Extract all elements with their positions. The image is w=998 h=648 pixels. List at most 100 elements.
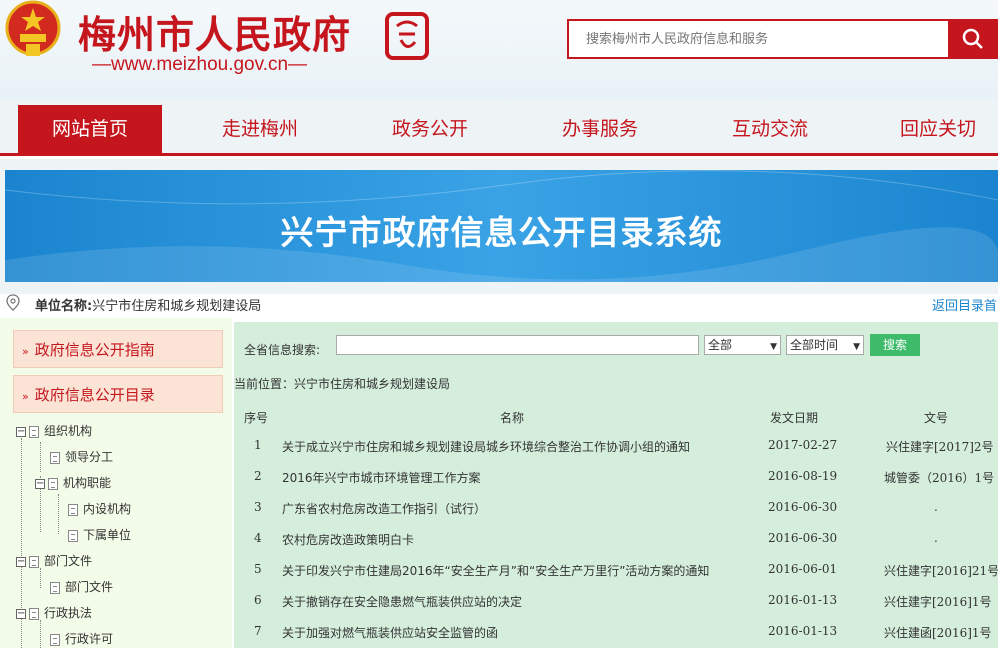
nav-item-affairs[interactable]: 政务公开 <box>360 105 500 153</box>
row-date: 2016-08-19 <box>768 469 838 483</box>
breadcrumb: 当前位置：兴宁市住房和城乡规划建设局 <box>234 377 451 391</box>
row-title-link[interactable]: 关于撤销存在安全隐患燃气瓶装供应站的决定 <box>282 593 522 610</box>
tree-node-subordinate[interactable]: 下属单位 <box>68 525 131 545</box>
row-date: 2016-06-30 <box>768 500 838 514</box>
scope-select[interactable]: 全部 ▼ <box>704 335 781 355</box>
row-date: 2016-01-13 <box>768 593 838 607</box>
table-row[interactable]: 7 关于加强对燃气瓶装供应站安全监管的函 2016-01-13 兴住建函[201… <box>234 616 998 647</box>
row-doc-number: 兴住建字[2017]2号 <box>886 440 994 454</box>
banner: 兴宁市政府信息公开目录系统 <box>5 170 998 282</box>
sidebar-item-guide[interactable]: » 政府信息公开指南 <box>13 330 223 368</box>
row-doc-number: 兴住建函[2016]1号 <box>884 626 992 640</box>
sidebar-item-catalog[interactable]: » 政府信息公开目录 <box>13 375 223 413</box>
header-doc: 文号 <box>924 411 949 425</box>
row-doc-number: 兴住建字[2016]1号 <box>884 595 992 609</box>
document-icon <box>50 581 60 594</box>
unit-row: 单位名称:兴宁市住房和城乡规划建设局 返回目录首 <box>0 291 998 315</box>
table-row[interactable]: 3 广东省农村危房改造工作指引（试行） 2016-06-30 . <box>234 492 998 523</box>
collapse-toggle-icon[interactable]: − <box>16 556 26 567</box>
unit-name: 单位名称:兴宁市住房和城乡规划建设局 <box>35 295 261 314</box>
row-doc-number: 城管委（2016）1号 <box>884 471 995 485</box>
tree-node-dept[interactable]: − 部门文件 <box>16 551 92 571</box>
main-nav: 网站首页 走进梅州 政务公开 办事服务 互动交流 回应关切 <box>0 100 998 156</box>
row-title-link[interactable]: 关于成立兴宁市住房和城乡规划建设局城乡环境综合整治工作协调小组的通知 <box>282 438 690 455</box>
unit-name-value: 兴宁市住房和城乡规划建设局 <box>92 299 262 314</box>
document-icon <box>29 425 39 438</box>
collapse-toggle-icon[interactable]: − <box>16 608 26 619</box>
row-doc-number: . <box>934 500 938 514</box>
tree-node-dept-files[interactable]: 部门文件 <box>50 577 113 597</box>
tree-node-internal[interactable]: 内设机构 <box>68 499 131 519</box>
scope-select-value: 全部 <box>708 338 733 352</box>
tree-node-org[interactable]: − 组织机构 <box>16 421 92 441</box>
time-select-value: 全部时间 <box>790 338 839 352</box>
sidebar: » 政府信息公开指南 » 政府信息公开目录 − 组织机构 领导分工 − 机构职能 内设机… <box>0 318 232 648</box>
double-chevron-right-icon: » <box>22 345 29 358</box>
tree-node-permit[interactable]: 行政许可 <box>50 629 113 648</box>
table-row[interactable]: 5 关于印发兴宁市住建局2016年“安全生产月”和“安全生产万里行”活动方案的通… <box>234 554 998 585</box>
row-title-link[interactable]: 关于加强对燃气瓶装供应站安全监管的函 <box>282 624 498 641</box>
table-row[interactable]: 4 农村危房改造政策明白卡 2016-06-30 . <box>234 523 998 554</box>
tree-node-leader[interactable]: 领导分工 <box>50 447 113 467</box>
tree-node-label: 部门文件 <box>44 554 93 568</box>
catalog-search-bar: 全省信息搜索: 全部 ▼ 全部时间 ▼ 搜索 <box>234 322 998 370</box>
tree-node-law[interactable]: − 行政执法 <box>16 603 92 623</box>
row-no: 7 <box>254 624 262 638</box>
site-header: 梅州市人民政府 —www.meizhou.gov.cn— <box>0 0 998 100</box>
sidebar-item-label: 政府信息公开指南 <box>34 341 155 359</box>
catalog-search-label: 全省信息搜索: <box>244 343 321 357</box>
nav-item-services[interactable]: 办事服务 <box>530 105 670 153</box>
row-title-link[interactable]: 关于印发兴宁市住建局2016年“安全生产月”和“安全生产万里行”活动方案的通知 <box>282 562 709 579</box>
row-date: 2017-02-27 <box>768 438 838 452</box>
row-no: 2 <box>254 469 262 483</box>
site-search-input[interactable] <box>569 21 948 57</box>
row-no: 5 <box>254 562 262 576</box>
document-icon <box>68 503 78 516</box>
nav-item-home[interactable]: 网站首页 <box>18 105 162 153</box>
site-search-button[interactable] <box>948 19 998 59</box>
tree-node-label: 行政许可 <box>65 632 114 646</box>
table-header: 序号 名称 发文日期 文号 <box>234 402 998 430</box>
header-date: 发文日期 <box>770 411 819 425</box>
time-select[interactable]: 全部时间 ▼ <box>786 335 864 355</box>
nav-item-interaction[interactable]: 互动交流 <box>700 105 840 153</box>
header-name: 名称 <box>500 411 525 425</box>
document-icon <box>29 607 39 620</box>
row-title-link[interactable]: 农村危房改造政策明白卡 <box>282 531 414 548</box>
collapse-toggle-icon[interactable]: − <box>16 426 26 437</box>
nav-item-about[interactable]: 走进梅州 <box>190 105 330 153</box>
header-no: 序号 <box>244 411 269 425</box>
row-date: 2016-06-01 <box>768 562 838 576</box>
back-to-catalog-link[interactable]: 返回目录首 <box>932 295 997 314</box>
row-title-link[interactable]: 2016年兴宁市城市环境管理工作方案 <box>282 469 481 486</box>
row-doc-number: 兴住建字[2016]21号 <box>884 564 998 578</box>
row-title-link[interactable]: 广东省农村危房改造工作指引（试行） <box>282 500 486 517</box>
catalog-search-button[interactable]: 搜索 <box>870 334 920 356</box>
catalog-search-input[interactable] <box>336 335 699 355</box>
nav-item-response[interactable]: 回应关切 <box>868 105 998 153</box>
search-icon <box>962 28 983 49</box>
table-row[interactable]: 1 关于成立兴宁市住房和城乡规划建设局城乡环境综合整治工作协调小组的通知 201… <box>234 430 998 461</box>
double-chevron-right-icon: » <box>22 390 29 403</box>
banner-title: 兴宁市政府信息公开目录系统 <box>280 213 723 252</box>
row-doc-number: . <box>934 531 938 545</box>
national-emblem-icon <box>5 0 61 56</box>
document-icon <box>68 529 78 542</box>
tree-node-label: 内设机构 <box>83 502 132 516</box>
collapse-toggle-icon[interactable]: − <box>35 478 45 489</box>
tree-line <box>40 442 41 472</box>
table-row[interactable]: 2 2016年兴宁市城市环境管理工作方案 2016-08-19 城管委（2016… <box>234 461 998 492</box>
table-row[interactable]: 6 关于撤销存在安全隐患燃气瓶装供应站的决定 2016-01-13 兴住建字[2… <box>234 585 998 616</box>
row-no: 4 <box>254 531 262 545</box>
tree-line <box>40 620 41 648</box>
dropdown-arrow-icon: ▼ <box>853 342 860 352</box>
tree-node-function[interactable]: − 机构职能 <box>35 473 111 493</box>
tree-node-label: 领导分工 <box>65 450 114 464</box>
site-search-field[interactable] <box>567 19 948 59</box>
site-title[interactable]: 梅州市人民政府 <box>78 4 351 59</box>
unit-name-label: 单位名称: <box>35 299 93 314</box>
document-icon <box>48 477 58 490</box>
location-pin-icon <box>6 294 20 311</box>
row-no: 6 <box>254 593 262 607</box>
tree-line <box>58 494 59 534</box>
